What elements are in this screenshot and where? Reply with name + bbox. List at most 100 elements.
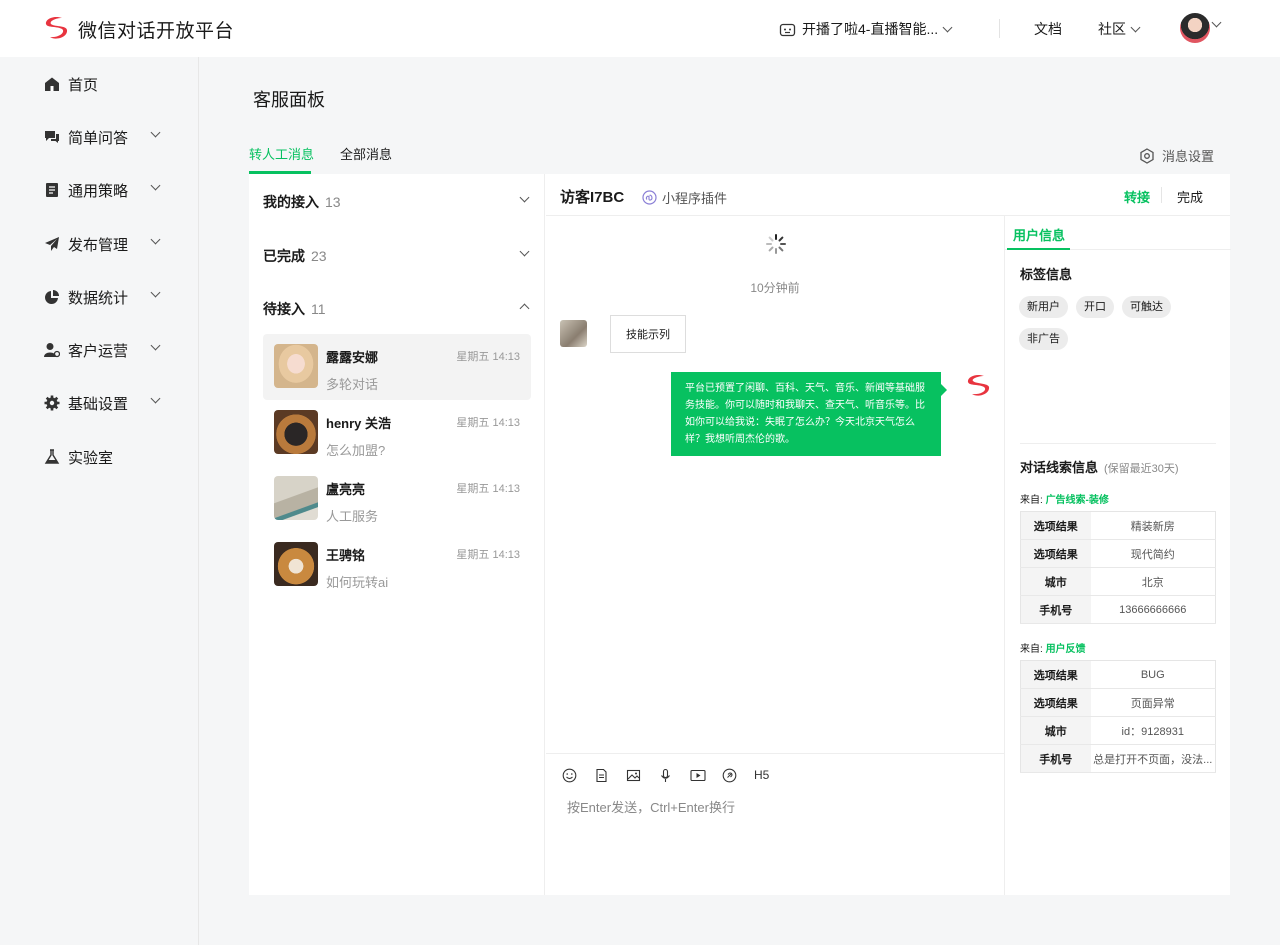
table-row: 选项结果 页面异常 [1020, 688, 1216, 717]
group-label: 待接入 [263, 301, 305, 317]
sidebar-item-label: 首页 [68, 76, 99, 94]
field-value: 13666666666 [1090, 595, 1216, 624]
loading-spinner-icon [766, 234, 786, 254]
image-icon[interactable] [626, 767, 658, 783]
user-avatar[interactable] [1180, 13, 1210, 43]
done-button[interactable]: 完成 [1177, 187, 1203, 206]
section-divider [1020, 443, 1216, 444]
file-icon[interactable] [594, 767, 626, 783]
group-count: 13 [325, 194, 341, 210]
tab-user-info[interactable]: 用户信息 [1013, 225, 1065, 244]
bot-avatar-logo-icon [967, 374, 990, 396]
chat-header: 访客I7BC 小程序插件 转接 完成 [546, 174, 1230, 216]
message-time: 星期五 14:13 [456, 417, 520, 429]
group-completed[interactable]: 已完成 23 [263, 246, 327, 266]
conversation-item[interactable]: henry 关浩 星期五 14:13 怎么加盟? [263, 400, 531, 466]
hexagon-settings-icon [1140, 147, 1154, 164]
message-time: 星期五 14:13 [456, 483, 520, 495]
chevron-down-icon [150, 393, 161, 404]
field-value: 精装新房 [1090, 511, 1216, 540]
customer-service-panel: 我的接入 13 已完成 23 待接入 11 露露安娜 星期五 14:13 多轮对话 h… [249, 174, 1231, 895]
chevron-down-icon [150, 340, 161, 351]
message-settings-label: 消息设置 [1162, 149, 1215, 164]
user-tag: 开口 [1076, 296, 1114, 318]
table-row: 手机号 13666666666 [1020, 595, 1216, 624]
tab-transfer-messages[interactable]: 转人工消息 [249, 144, 314, 163]
group-waiting[interactable]: 待接入 11 [263, 299, 326, 319]
message-preview: 人工服务 [326, 509, 379, 524]
field-key: 选项结果 [1020, 511, 1091, 540]
leads-note: (保留最近30天) [1104, 463, 1179, 475]
chevron-down-icon[interactable] [1211, 17, 1222, 28]
nav-community-menu[interactable]: 社区 [1098, 19, 1141, 39]
message-preview: 怎么加盟? [326, 443, 386, 458]
chevron-up-icon[interactable] [519, 303, 530, 314]
mini-program-icon [642, 190, 657, 205]
group-count: 23 [311, 248, 327, 264]
lead-info-table: 选项结果 精装新房 选项结果 现代简约 城市 北京 手机号 13666666666 [1020, 511, 1216, 624]
sidebar-item-label: 数据统计 [68, 289, 129, 307]
group-label: 我的接入 [263, 194, 319, 210]
conversation-item[interactable]: 王骋铭 星期五 14:13 如何玩转ai [263, 532, 531, 598]
robot-icon [779, 23, 796, 36]
source-prefix: 来自: [1020, 495, 1043, 506]
bot-message-bubble: 平台已预置了闲聊、百科、天气、音乐、新闻等基础服务技能。你可以随时和我聊天、查天… [671, 372, 947, 456]
group-my-sessions[interactable]: 我的接入 13 [263, 192, 341, 212]
platform-logo-icon[interactable] [42, 15, 70, 41]
transfer-button[interactable]: 转接 [1124, 187, 1150, 206]
sidebar-item-publish[interactable]: 发布管理 [43, 234, 163, 254]
sidebar: 首页 简单问答 通用策略 发布管理 数据统计 客户运营 基础设置 实验室 [0, 57, 199, 945]
field-value: 总是打开不页面，没法... [1090, 744, 1216, 773]
contact-name: henry 关浩 [326, 416, 392, 431]
chevron-down-icon [942, 22, 953, 32]
avatar [274, 344, 318, 388]
tab-all-messages[interactable]: 全部消息 [340, 144, 392, 163]
chat-messages[interactable]: 10分钟前 技能示列 平台已预置了闲聊、百科、天气、音乐、新闻等基础服务技能。你… [546, 216, 1004, 753]
active-tab-underline [1007, 248, 1070, 250]
sidebar-item-qa[interactable]: 简单问答 [43, 127, 163, 147]
field-value: BUG [1090, 660, 1216, 689]
lead-source-link[interactable]: 用户反馈 [1046, 644, 1086, 655]
sidebar-item-lab[interactable]: 实验室 [43, 447, 163, 467]
sidebar-item-strategy[interactable]: 通用策略 [43, 180, 163, 200]
field-value: 页面异常 [1090, 688, 1216, 717]
sidebar-item-settings[interactable]: 基础设置 [43, 393, 163, 413]
emoji-icon[interactable] [562, 767, 594, 783]
lead-info-table: 选项结果 BUG 选项结果 页面异常 城市 id：9128931 手机号 总是打开不页面… [1020, 660, 1216, 773]
conversation-item[interactable]: 盧亮亮 星期五 14:13 人工服务 [263, 466, 531, 532]
brand-title[interactable]: 微信对话开放平台 [78, 16, 234, 43]
sidebar-item-stats[interactable]: 数据统计 [43, 287, 163, 307]
link-icon[interactable] [722, 767, 754, 783]
microphone-icon[interactable] [658, 767, 690, 783]
field-key: 手机号 [1020, 595, 1091, 624]
field-value: 北京 [1090, 567, 1216, 596]
field-key: 城市 [1020, 567, 1091, 596]
nav-docs-link[interactable]: 文档 [1034, 19, 1062, 39]
chevron-down-icon[interactable] [519, 246, 530, 257]
bot-selector[interactable]: 开播了啦4-直播智能... [779, 19, 953, 39]
field-key: 选项结果 [1020, 660, 1091, 689]
qa-icon [43, 129, 60, 146]
sidebar-item-label: 发布管理 [68, 236, 129, 254]
contact-name: 露露安娜 [326, 350, 379, 365]
lead-source-link[interactable]: 广告线索-装修 [1046, 495, 1109, 506]
message-input[interactable]: 按Enter发送，Ctrl+Enter换行 [567, 797, 735, 816]
message-time: 星期五 14:13 [456, 549, 520, 561]
chevron-down-icon[interactable] [519, 192, 530, 203]
conversation-item[interactable]: 露露安娜 星期五 14:13 多轮对话 [263, 334, 531, 400]
sidebar-item-label: 实验室 [68, 449, 114, 467]
customer-icon [43, 342, 60, 359]
sidebar-item-customer[interactable]: 客户运营 [43, 340, 163, 360]
chevron-down-icon [150, 234, 161, 245]
message-settings-button[interactable]: 消息设置 [1139, 146, 1214, 165]
visitor-avatar [560, 320, 587, 347]
h5-button[interactable]: H5 [754, 767, 786, 783]
field-key: 选项结果 [1020, 688, 1091, 717]
settings-icon [43, 395, 60, 412]
field-key: 城市 [1020, 716, 1091, 745]
table-row: 选项结果 BUG [1020, 660, 1216, 689]
chevron-down-icon [150, 127, 161, 138]
sidebar-item-home[interactable]: 首页 [43, 74, 163, 94]
video-icon[interactable] [690, 767, 722, 783]
stats-icon [43, 289, 60, 306]
